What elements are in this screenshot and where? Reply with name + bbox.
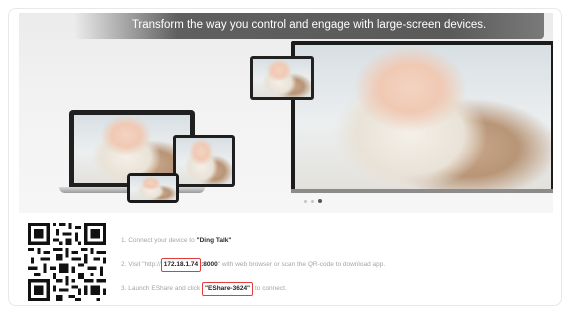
banner-title: Transform the way you control and engage… bbox=[74, 13, 544, 39]
phone-device bbox=[127, 173, 179, 203]
small-tablet-screen-image bbox=[176, 138, 232, 184]
ip-address-highlight[interactable]: 172.18.1.74 bbox=[160, 258, 202, 272]
step-1: 1. Connect your device to "Ding Talk" bbox=[121, 235, 561, 246]
port-text: :8000 bbox=[201, 261, 218, 268]
device-name-highlight[interactable]: "EShare-3624" bbox=[201, 282, 254, 296]
tablet-device bbox=[250, 56, 314, 100]
step-3-text: 3. Launch EShare and click bbox=[121, 285, 202, 292]
carousel-dot[interactable] bbox=[304, 199, 307, 203]
step-3-suffix: to connect. bbox=[253, 285, 287, 292]
step-3: 3. Launch EShare and click "EShare-3624"… bbox=[121, 282, 561, 296]
tv-device bbox=[291, 41, 553, 193]
carousel-dot[interactable] bbox=[311, 199, 314, 203]
step-2: 2. Visit "http://172.18.1.74:8000" with … bbox=[121, 258, 561, 272]
tv-stand bbox=[291, 189, 553, 193]
step-2-text: 2. Visit "http:// bbox=[121, 261, 161, 268]
tv-screen-image bbox=[295, 45, 551, 189]
carousel-dot-active[interactable] bbox=[318, 199, 322, 203]
qr-code-icon bbox=[27, 223, 107, 301]
phone-screen-image bbox=[130, 176, 176, 200]
small-tablet-device bbox=[173, 135, 235, 187]
connection-steps: 1. Connect your device to "Ding Talk" 2.… bbox=[121, 235, 561, 305]
tablet-screen-image bbox=[253, 59, 311, 97]
step-1-text: 1. Connect your device to bbox=[121, 237, 197, 244]
promo-banner: Transform the way you control and engage… bbox=[19, 13, 553, 213]
eshare-card: Transform the way you control and engage… bbox=[8, 8, 562, 306]
network-name: "Ding Talk" bbox=[196, 237, 232, 244]
carousel-dots bbox=[304, 197, 334, 205]
step-2-suffix: " with web browser or scan the QR-code t… bbox=[217, 261, 386, 268]
